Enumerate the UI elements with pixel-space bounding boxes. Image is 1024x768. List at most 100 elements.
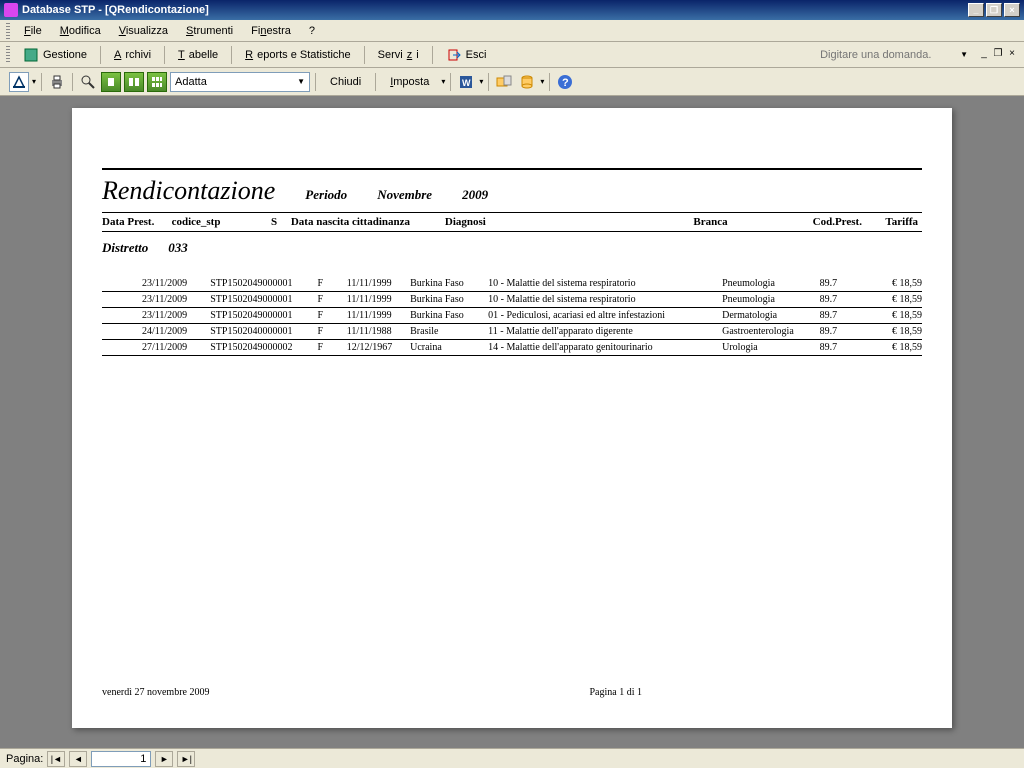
minimize-button[interactable]: _: [968, 3, 984, 17]
imposta-button[interactable]: Imposta: [381, 72, 438, 92]
header-data: Data Prest.: [102, 216, 172, 228]
cell-codprest: 89.7: [820, 278, 874, 289]
separator: [488, 73, 489, 91]
gestione-icon: [23, 47, 39, 63]
cell-tariffa: € 18,59: [873, 326, 922, 337]
two-page-button[interactable]: [124, 72, 144, 92]
cell-diagnosi: 10 - Malattie del sistema respiratorio: [488, 294, 722, 305]
mdi-restore[interactable]: ❐: [992, 49, 1004, 61]
header-s: S: [271, 216, 291, 228]
menu-bar: File Modifica Visualizza Strumenti Fines…: [0, 20, 1024, 42]
reports-button[interactable]: Reports e Statistiche: [238, 46, 358, 64]
help-question-input[interactable]: [816, 47, 956, 63]
cell-codice: STP1502049000001: [210, 310, 317, 321]
cell-nascita: 11/11/1999: [347, 310, 410, 321]
gestione-label: Gestione: [43, 49, 87, 61]
cell-cittadinanza: Burkina Faso: [410, 294, 488, 305]
cell-diagnosi: 14 - Malattie dell'apparato genitourinar…: [488, 342, 722, 353]
app-icon: [4, 3, 18, 17]
esci-button[interactable]: Esci: [439, 44, 494, 66]
cell-tariffa: € 18,59: [873, 342, 922, 353]
toolbar-preview: ▾ Adatta ▼ Chiudi Imposta ▾ W ▾ ▾ ?: [0, 68, 1024, 96]
cell-sesso: F: [318, 342, 347, 353]
distretto-group: Distretto 033: [102, 232, 922, 276]
page-label: Pagina:: [6, 753, 43, 765]
separator: [375, 73, 376, 91]
word-dropdown-icon[interactable]: ▾: [479, 77, 483, 86]
cell-data: 27/11/2009: [102, 342, 210, 353]
word-export-button[interactable]: W: [456, 72, 476, 92]
view-dropdown-icon[interactable]: ▾: [32, 77, 36, 86]
database-button[interactable]: [517, 72, 537, 92]
cell-sesso: F: [318, 326, 347, 337]
nav-next-button[interactable]: ►: [155, 751, 173, 767]
window-controls: _ ❐ ×: [968, 3, 1020, 17]
cell-codprest: 89.7: [820, 294, 874, 305]
header-branca: Branca: [693, 216, 812, 228]
table-row: 23/11/2009STP1502049000001F11/11/1999Bur…: [102, 292, 922, 308]
cell-branca: Gastroenterologia: [722, 326, 820, 337]
header-nascita: Data nascita cittadinanza: [291, 216, 445, 228]
archivi-button[interactable]: Archivi: [107, 46, 158, 64]
zoom-value: Adatta: [175, 76, 207, 88]
design-view-button[interactable]: [9, 72, 29, 92]
restore-button[interactable]: ❐: [986, 3, 1002, 17]
one-page-button[interactable]: [101, 72, 121, 92]
menu-help[interactable]: ?: [301, 23, 323, 39]
menu-visualizza[interactable]: Visualizza: [111, 23, 176, 39]
zoom-button[interactable]: [78, 72, 98, 92]
chiudi-button[interactable]: Chiudi: [321, 72, 370, 92]
footer-page: Pagina 1 di 1: [589, 687, 642, 698]
nav-last-button[interactable]: ►|: [177, 751, 195, 767]
tabelle-button[interactable]: Tabelle: [171, 46, 225, 64]
page-number-input[interactable]: [91, 751, 151, 767]
cell-branca: Urologia: [722, 342, 820, 353]
nav-prev-button[interactable]: ◄: [69, 751, 87, 767]
period-month: Novembre: [377, 187, 432, 203]
cell-sesso: F: [318, 294, 347, 305]
print-preview-workspace: Rendicontazione Periodo Novembre 2009 Da…: [0, 96, 1024, 748]
servizi-button[interactable]: Servizi: [371, 46, 426, 64]
toolbar-grip: [6, 46, 10, 64]
menu-file[interactable]: File: [16, 23, 50, 39]
help-button[interactable]: ?: [555, 72, 575, 92]
help-dropdown-icon[interactable]: ▼: [960, 50, 968, 59]
separator: [100, 46, 101, 64]
zoom-combo[interactable]: Adatta ▼: [170, 72, 310, 92]
table-row: 23/11/2009STP1502049000001F11/11/1999Bur…: [102, 276, 922, 292]
cell-diagnosi: 10 - Malattie del sistema respiratorio: [488, 278, 722, 289]
send-button[interactable]: [494, 72, 514, 92]
separator: [549, 73, 550, 91]
cell-data: 23/11/2009: [102, 278, 210, 289]
title-text: Database STP - [QRendicontazione]: [22, 4, 968, 16]
mdi-minimize[interactable]: _: [978, 49, 990, 61]
cell-codice: STP1502040000001: [210, 326, 317, 337]
nav-first-button[interactable]: |◄: [47, 751, 65, 767]
multi-page-button[interactable]: [147, 72, 167, 92]
mdi-close[interactable]: ×: [1006, 49, 1018, 61]
close-button[interactable]: ×: [1004, 3, 1020, 17]
db-dropdown-icon[interactable]: ▾: [540, 77, 544, 86]
header-tariffa: Tariffa: [872, 216, 922, 228]
menu-finestra[interactable]: Finestra: [243, 23, 299, 39]
separator: [450, 73, 451, 91]
print-button[interactable]: [47, 72, 67, 92]
cell-sesso: F: [318, 278, 347, 289]
table-row: 27/11/2009STP1502049000002F12/12/1967Ucr…: [102, 340, 922, 356]
gestione-button[interactable]: Gestione: [16, 44, 94, 66]
separator: [72, 73, 73, 91]
report-page: Rendicontazione Periodo Novembre 2009 Da…: [72, 108, 952, 728]
cell-nascita: 11/11/1988: [347, 326, 410, 337]
table-row: 24/11/2009STP1502040000001F11/11/1988Bra…: [102, 324, 922, 340]
cell-cittadinanza: Burkina Faso: [410, 310, 488, 321]
period-year: 2009: [462, 187, 488, 203]
esci-label: Esci: [466, 49, 487, 61]
imposta-dropdown-icon[interactable]: ▾: [441, 77, 445, 86]
title-bar: Database STP - [QRendicontazione] _ ❐ ×: [0, 0, 1024, 20]
distretto-label: Distretto: [102, 240, 148, 256]
status-bar: Pagina: |◄ ◄ ► ►|: [0, 748, 1024, 768]
cell-codprest: 89.7: [820, 326, 874, 337]
menu-strumenti[interactable]: Strumenti: [178, 23, 241, 39]
menu-modifica[interactable]: Modifica: [52, 23, 109, 39]
cell-codice: STP1502049000001: [210, 294, 317, 305]
